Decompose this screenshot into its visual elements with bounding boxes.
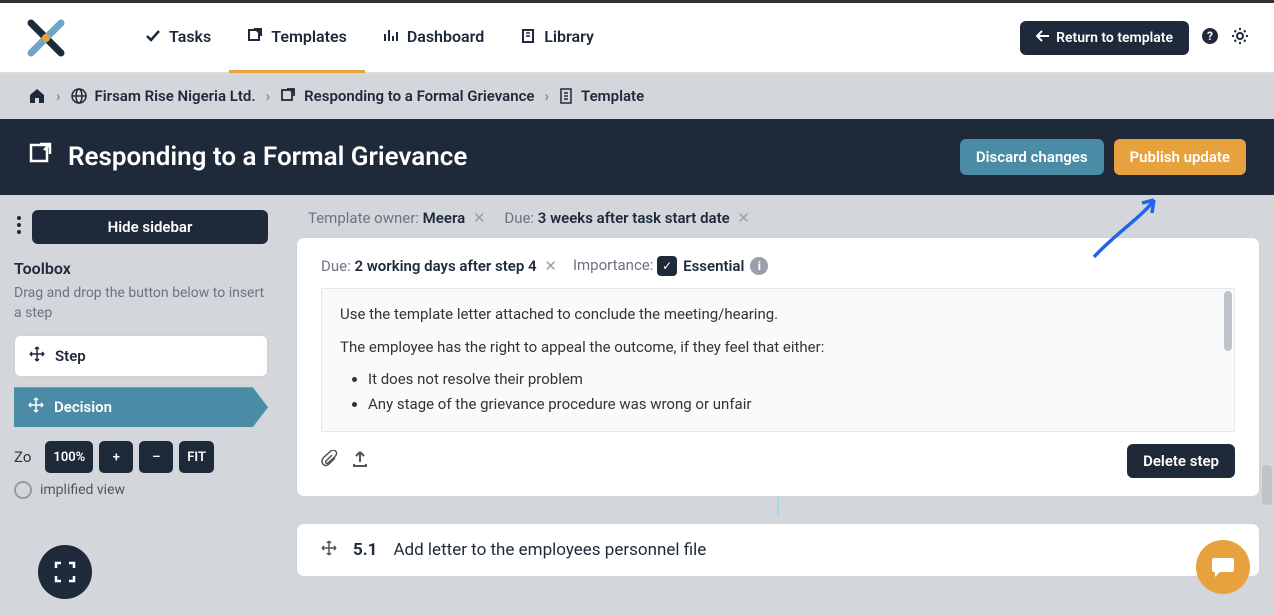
clear-owner-icon[interactable]: ✕ bbox=[473, 209, 486, 227]
simplified-view-row[interactable]: implified view bbox=[14, 481, 268, 499]
tool-decision-label: Decision bbox=[54, 398, 112, 416]
title-bar: Responding to a Formal Grievance Discard… bbox=[0, 119, 1274, 195]
sidebar-menu-icon[interactable] bbox=[14, 209, 24, 245]
fullscreen-button[interactable] bbox=[38, 545, 92, 599]
template-meta-row: Template owner: Meera ✕ Due: 3 weeks aft… bbox=[296, 209, 1260, 227]
simplified-label: implified view bbox=[40, 482, 125, 498]
zoom-controls: Zo 100% + – FIT bbox=[14, 441, 268, 473]
nav-templates-label: Templates bbox=[271, 27, 347, 46]
breadcrumb-home[interactable] bbox=[28, 88, 46, 104]
nav-dashboard-label: Dashboard bbox=[407, 27, 484, 46]
templates-icon bbox=[247, 28, 263, 44]
breadcrumb-leaf[interactable]: Template bbox=[559, 87, 644, 105]
step-body-line1: Use the template letter attached to conc… bbox=[340, 303, 1216, 326]
dashboard-icon bbox=[383, 28, 399, 44]
breadcrumb-leaf-label: Template bbox=[581, 87, 644, 105]
step-due-label: Due: bbox=[321, 257, 351, 275]
toolbox: Toolbox Drag and drop the button below t… bbox=[14, 259, 268, 427]
delete-step-button[interactable]: Delete step bbox=[1127, 444, 1235, 478]
step-content-editor[interactable]: Use the template letter attached to conc… bbox=[321, 288, 1235, 432]
step-bullet-1: It does not resolve their problem bbox=[368, 368, 1216, 391]
zoom-in-button[interactable]: + bbox=[99, 441, 133, 473]
title-export-icon[interactable] bbox=[28, 142, 54, 172]
step-body-line2: The employee has the right to appeal the… bbox=[340, 336, 1216, 359]
step-bullet-2: Any stage of the grievance procedure was… bbox=[368, 393, 1216, 416]
breadcrumb-sep: › bbox=[545, 87, 550, 105]
gear-icon[interactable] bbox=[1231, 27, 1249, 49]
nav-dashboard[interactable]: Dashboard bbox=[365, 3, 502, 73]
simplified-toggle[interactable] bbox=[14, 481, 32, 499]
publish-update-button[interactable]: Publish update bbox=[1114, 139, 1246, 175]
main-panel: Template owner: Meera ✕ Due: 3 weeks aft… bbox=[282, 195, 1274, 615]
library-icon bbox=[520, 28, 536, 44]
chat-button[interactable] bbox=[1196, 540, 1250, 594]
clear-due-icon[interactable]: ✕ bbox=[737, 209, 750, 227]
globe-icon bbox=[71, 88, 87, 104]
move-icon[interactable] bbox=[321, 540, 337, 560]
upload-icon[interactable] bbox=[351, 450, 369, 472]
return-to-template-button[interactable]: Return to template bbox=[1020, 21, 1189, 55]
nav-library[interactable]: Library bbox=[502, 3, 612, 73]
move-icon bbox=[28, 397, 44, 417]
toolbox-description: Drag and drop the button below to insert… bbox=[14, 284, 268, 323]
top-navigation: Tasks Templates Dashboard Library Retu bbox=[0, 3, 1274, 73]
info-icon[interactable]: i bbox=[750, 257, 768, 275]
content-area: Hide sidebar Toolbox Drag and drop the b… bbox=[0, 195, 1274, 615]
tool-decision[interactable]: Decision bbox=[14, 387, 268, 427]
breadcrumb-sep: › bbox=[56, 87, 61, 105]
page-title: Responding to a Formal Grievance bbox=[68, 142, 467, 172]
svg-text:?: ? bbox=[1207, 29, 1213, 43]
tool-step[interactable]: Step bbox=[14, 335, 268, 377]
breadcrumb: › Firsam Rise Nigeria Ltd. › Responding … bbox=[0, 73, 1274, 119]
essential-checkbox[interactable]: ✓ bbox=[657, 256, 677, 276]
due-value: 3 weeks after task start date bbox=[538, 209, 730, 227]
attachment-icon[interactable] bbox=[321, 450, 339, 472]
arrow-left-icon bbox=[1036, 30, 1050, 46]
check-icon bbox=[145, 28, 161, 44]
owner-name: Meera bbox=[423, 209, 465, 227]
owner-label: Template owner: bbox=[308, 209, 419, 227]
zoom-out-button[interactable]: – bbox=[139, 441, 173, 473]
nav-library-label: Library bbox=[544, 27, 594, 46]
document-icon bbox=[559, 88, 573, 104]
breadcrumb-org-label: Firsam Rise Nigeria Ltd. bbox=[95, 87, 256, 105]
app-logo[interactable] bbox=[25, 17, 67, 59]
card-footer: Delete step bbox=[321, 444, 1235, 478]
sidebar: Hide sidebar Toolbox Drag and drop the b… bbox=[0, 195, 282, 615]
step-meta: Due: 2 working days after step 4 ✕ Impor… bbox=[321, 256, 1235, 276]
panel-scrollbar[interactable] bbox=[1262, 465, 1272, 505]
step-number: 5.1 bbox=[353, 540, 377, 560]
zoom-label: Zo bbox=[14, 448, 31, 466]
home-icon bbox=[28, 88, 46, 104]
nav-tasks-label: Tasks bbox=[169, 27, 211, 46]
template-icon bbox=[280, 88, 296, 104]
clear-step-due-icon[interactable]: ✕ bbox=[544, 257, 557, 275]
breadcrumb-org[interactable]: Firsam Rise Nigeria Ltd. bbox=[71, 87, 256, 105]
breadcrumb-sep: › bbox=[266, 87, 271, 105]
discard-changes-button[interactable]: Discard changes bbox=[960, 139, 1104, 175]
move-icon bbox=[29, 346, 45, 366]
breadcrumb-template-label: Responding to a Formal Grievance bbox=[304, 87, 534, 105]
breadcrumb-template[interactable]: Responding to a Formal Grievance bbox=[280, 87, 534, 105]
fullscreen-icon bbox=[53, 560, 77, 584]
zoom-fit-button[interactable]: FIT bbox=[179, 441, 214, 473]
nav-templates[interactable]: Templates bbox=[229, 3, 365, 73]
return-label: Return to template bbox=[1056, 30, 1173, 46]
step-title: Add letter to the employees personnel fi… bbox=[393, 540, 706, 560]
zoom-100-button[interactable]: 100% bbox=[45, 441, 93, 473]
tool-step-label: Step bbox=[55, 347, 86, 365]
help-icon[interactable]: ? bbox=[1201, 27, 1219, 49]
toolbox-title: Toolbox bbox=[14, 259, 268, 278]
chat-icon bbox=[1210, 554, 1236, 580]
due-label: Due: bbox=[504, 209, 534, 227]
importance-value: Essential bbox=[683, 257, 744, 275]
step-due-value: 2 working days after step 4 bbox=[354, 257, 536, 275]
importance-label: Importance: bbox=[573, 256, 653, 274]
hide-sidebar-button[interactable]: Hide sidebar bbox=[32, 210, 268, 244]
inner-scrollbar[interactable] bbox=[1224, 291, 1232, 351]
nav-tasks[interactable]: Tasks bbox=[127, 3, 229, 73]
step-card: Due: 2 working days after step 4 ✕ Impor… bbox=[296, 237, 1260, 497]
next-step-card[interactable]: 5.1 Add letter to the employees personne… bbox=[296, 523, 1260, 577]
